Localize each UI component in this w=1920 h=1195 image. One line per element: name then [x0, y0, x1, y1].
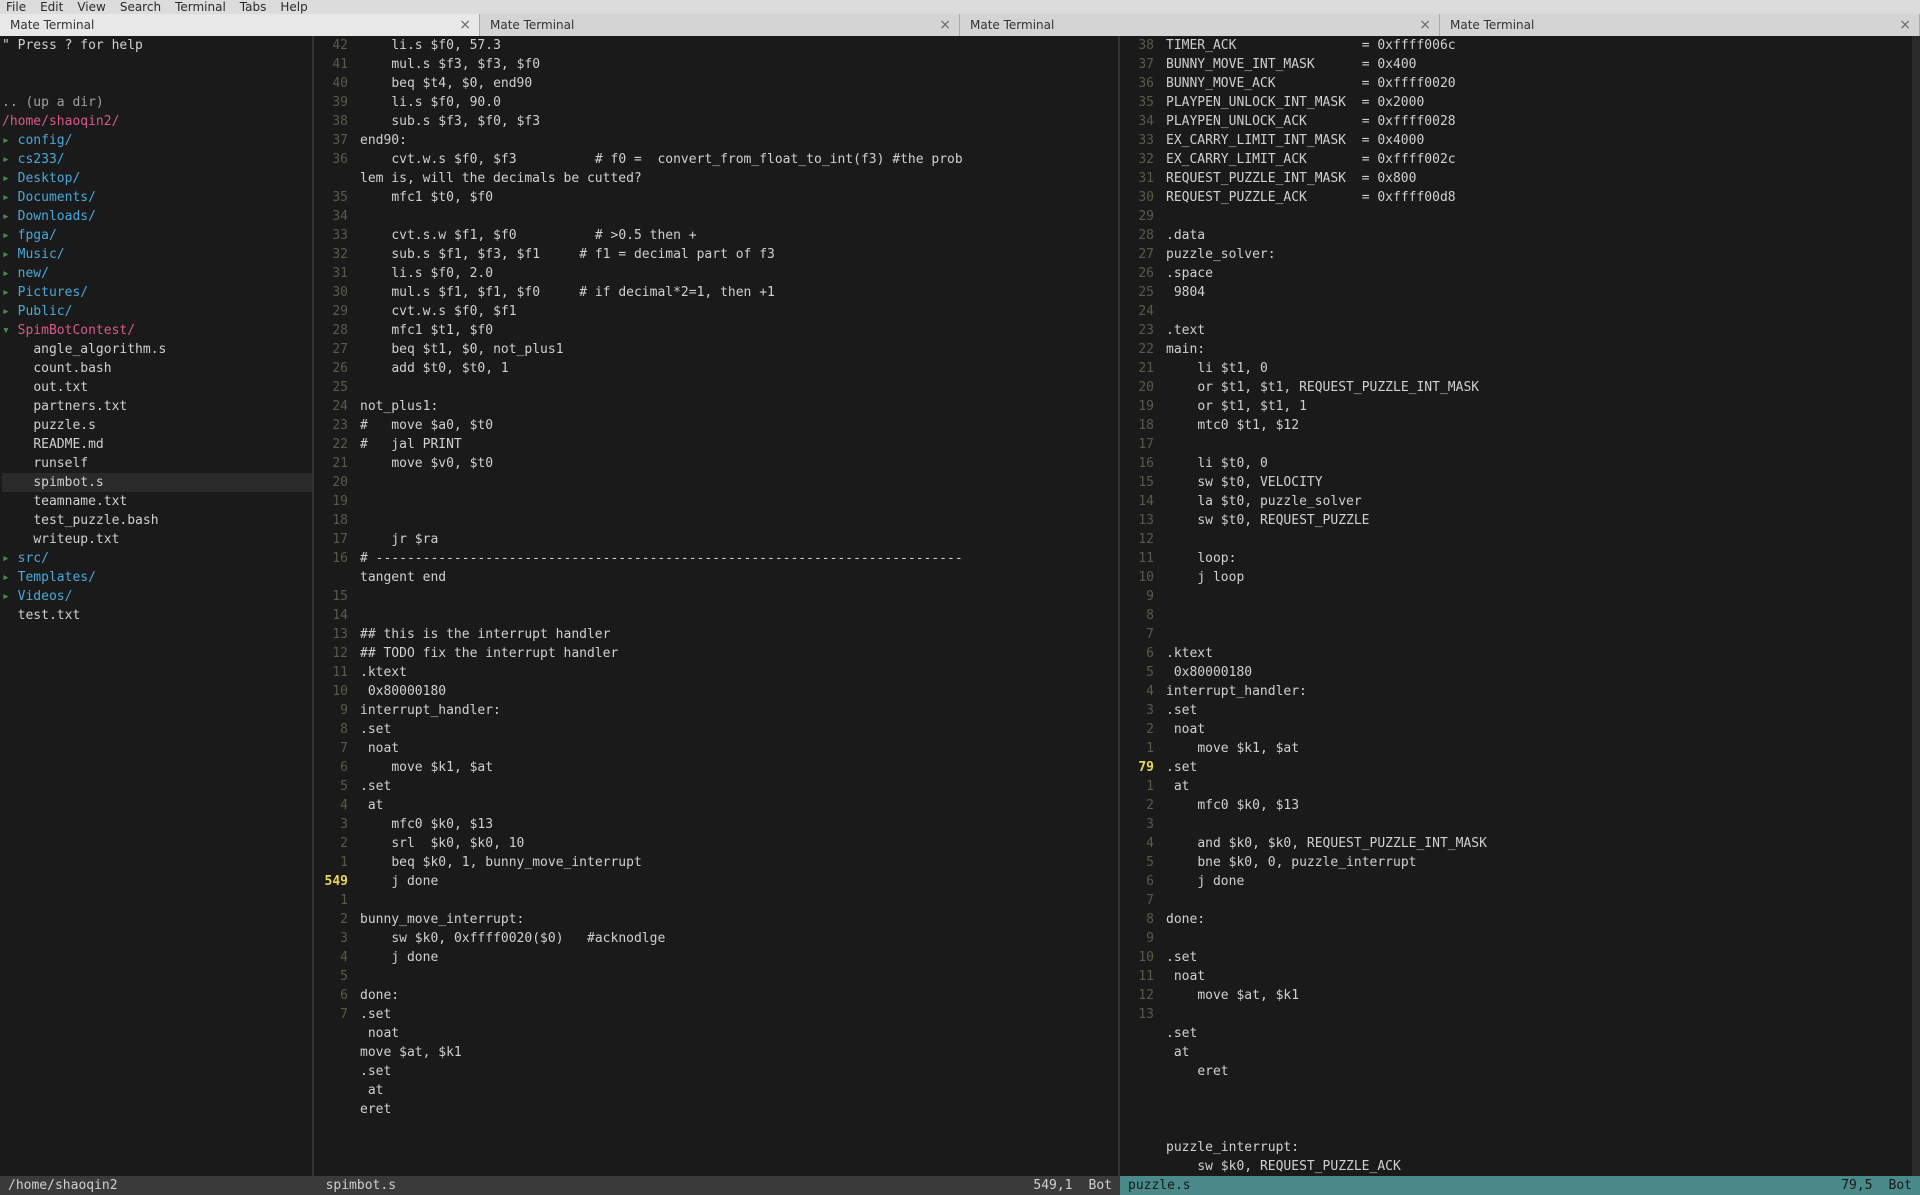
code-right[interactable]: TIMER_ACK = 0xffff006cBUNNY_MOVE_INT_MAS… [1162, 36, 1920, 1195]
tree-file-puzzle.s[interactable]: puzzle.s [2, 416, 312, 435]
tree-file-README.md[interactable]: README.md [2, 435, 312, 454]
tree-up[interactable]: .. (up a dir) [2, 93, 312, 112]
chevron-icon: ▸ [2, 247, 10, 262]
tree-file-test_puzzle.bash[interactable]: test_puzzle.bash [2, 511, 312, 530]
tree-file-test.txt[interactable]: test.txt [2, 606, 312, 625]
tree-file-teamname.txt[interactable]: teamname.txt [2, 492, 312, 511]
chevron-icon: ▸ [2, 133, 10, 148]
tree-dir-SpimBotContest[interactable]: ▾ SpimBotContest/ [2, 321, 312, 340]
chevron-icon: ▾ [2, 323, 10, 338]
chevron-icon: ▸ [2, 589, 10, 604]
tree-dir-src[interactable]: ▸ src/ [2, 549, 312, 568]
editor-splits: 42414039383736 3534333231302928272625242… [314, 36, 1920, 1195]
tab-3[interactable]: Mate Terminal× [1440, 14, 1920, 36]
code-left[interactable]: li.s $f0, 57.3 mul.s $f3, $f3, $f0 beq $… [356, 36, 1118, 1195]
status-left-scroll: Bot [1081, 1176, 1120, 1195]
tree-dir-Documents[interactable]: ▸ Documents/ [2, 188, 312, 207]
chevron-icon: ▸ [2, 570, 10, 585]
chevron-icon: ▸ [2, 171, 10, 186]
close-icon[interactable]: × [1419, 17, 1431, 33]
scrollbar[interactable] [1912, 36, 1920, 1176]
chevron-icon: ▸ [2, 152, 10, 167]
tree-dir-fpga[interactable]: ▸ fpga/ [2, 226, 312, 245]
chevron-icon: ▸ [2, 228, 10, 243]
tree-dir-Pictures[interactable]: ▸ Pictures/ [2, 283, 312, 302]
tree-file-writeup.txt[interactable]: writeup.txt [2, 530, 312, 549]
tree-root-path[interactable]: /home/shaoqin2/ [2, 112, 312, 131]
tree-hint: " Press ? for help [2, 36, 312, 55]
tree-dir-Public[interactable]: ▸ Public/ [2, 302, 312, 321]
tree-dir-Music[interactable]: ▸ Music/ [2, 245, 312, 264]
menu-terminal[interactable]: Terminal [175, 0, 226, 14]
tree-dir-new[interactable]: ▸ new/ [2, 264, 312, 283]
menu-file[interactable]: File [6, 0, 26, 14]
editor-pane-right[interactable]: 3837363534333231302928272625242322212019… [1120, 36, 1920, 1195]
chevron-icon: ▸ [2, 190, 10, 205]
file-tree-pane[interactable]: " Press ? for help .. (up a dir)/home/sh… [0, 36, 314, 1195]
tree-file-angle_algorithm.s[interactable]: angle_algorithm.s [2, 340, 312, 359]
statusbar: /home/shaoqin2 spimbot.s 549,1 Bot puzzl… [0, 1176, 1920, 1195]
menubar: File Edit View Search Terminal Tabs Help [0, 0, 1920, 14]
menu-search[interactable]: Search [120, 0, 161, 14]
tree-dir-Desktop[interactable]: ▸ Desktop/ [2, 169, 312, 188]
status-tree-path: /home/shaoqin2 [0, 1176, 126, 1195]
tab-0[interactable]: Mate Terminal× [0, 14, 480, 36]
status-left-file: spimbot.s [126, 1176, 1026, 1195]
status-left-pos: 549,1 [1025, 1176, 1080, 1195]
menu-help[interactable]: Help [280, 0, 307, 14]
tree-dir-cs233[interactable]: ▸ cs233/ [2, 150, 312, 169]
tree-file-runself[interactable]: runself [2, 454, 312, 473]
tab-1[interactable]: Mate Terminal× [480, 14, 960, 36]
status-right-file: puzzle.s [1120, 1176, 1833, 1195]
tree-dir-Templates[interactable]: ▸ Templates/ [2, 568, 312, 587]
tree-dir-config[interactable]: ▸ config/ [2, 131, 312, 150]
close-icon[interactable]: × [459, 17, 471, 33]
tree-file-count.bash[interactable]: count.bash [2, 359, 312, 378]
menu-view[interactable]: View [77, 0, 105, 14]
chevron-icon: ▸ [2, 209, 10, 224]
chevron-icon: ▸ [2, 551, 10, 566]
tree-file-partners.txt[interactable]: partners.txt [2, 397, 312, 416]
tab-2[interactable]: Mate Terminal× [960, 14, 1440, 36]
tree-dir-Downloads[interactable]: ▸ Downloads/ [2, 207, 312, 226]
terminal-area: " Press ? for help .. (up a dir)/home/sh… [0, 36, 1920, 1195]
menu-edit[interactable]: Edit [40, 0, 63, 14]
editor-pane-left[interactable]: 42414039383736 3534333231302928272625242… [314, 36, 1120, 1195]
tab-bar: Mate Terminal×Mate Terminal×Mate Termina… [0, 14, 1920, 36]
status-right-scroll: Bot [1881, 1176, 1920, 1195]
tree-file-out.txt[interactable]: out.txt [2, 378, 312, 397]
menu-tabs[interactable]: Tabs [240, 0, 267, 14]
tree-file-spimbot.s[interactable]: spimbot.s [2, 473, 312, 492]
close-icon[interactable]: × [939, 17, 951, 33]
gutter-right: 3837363534333231302928272625242322212019… [1120, 36, 1162, 1195]
chevron-icon: ▸ [2, 304, 10, 319]
gutter-left: 42414039383736 3534333231302928272625242… [314, 36, 356, 1195]
chevron-icon: ▸ [2, 285, 10, 300]
tree-dir-Videos[interactable]: ▸ Videos/ [2, 587, 312, 606]
chevron-icon: ▸ [2, 266, 10, 281]
close-icon[interactable]: × [1899, 17, 1911, 33]
status-right-pos: 79,5 [1833, 1176, 1880, 1195]
